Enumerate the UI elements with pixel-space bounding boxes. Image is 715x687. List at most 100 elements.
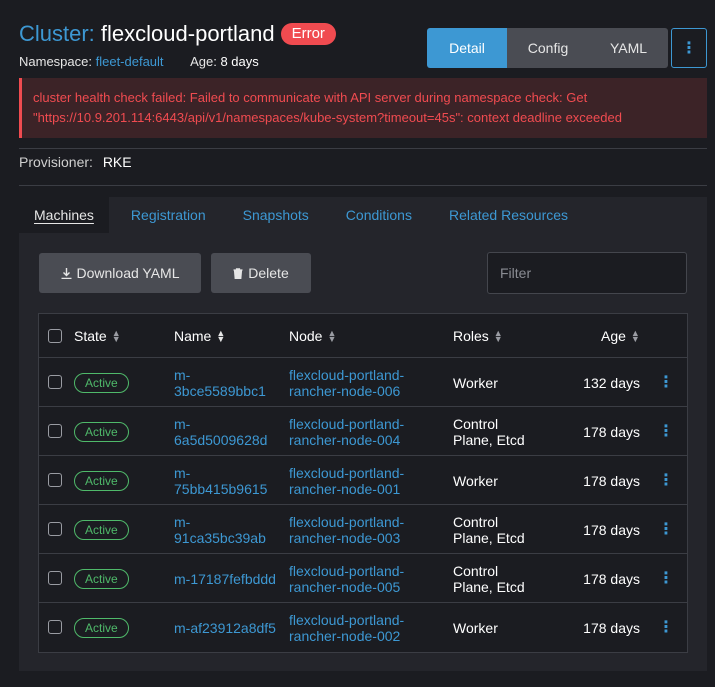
row-actions-kebab-icon[interactable]: ⋮ (658, 358, 674, 407)
state-badge: Active (74, 568, 129, 589)
age-text: 178 days (583, 619, 640, 636)
age-label: Age: (190, 54, 217, 69)
row-actions-kebab-icon[interactable]: ⋮ (658, 554, 674, 603)
cluster-meta: Namespace: fleet-default Age: 8 days (19, 54, 259, 69)
error-message-line-2: "https://10.9.201.114:6443/api/v1/namesp… (33, 110, 622, 125)
roles-text: Control Plane, Etcd (453, 513, 525, 546)
age-text: 178 days (583, 472, 640, 489)
status-badge: Error (280, 23, 336, 45)
error-message-line-1: cluster health check failed: Failed to c… (33, 90, 588, 105)
sort-icon: ▲ ▼ (630, 328, 640, 344)
row-checkbox[interactable] (48, 522, 62, 536)
machine-name-link[interactable]: m- 75bb415b9615 (174, 465, 267, 497)
machine-name-link[interactable]: m- 3bce5589bbc1 (174, 367, 266, 399)
node-link[interactable]: flexcloud-portland-rancher-node-003 (289, 514, 404, 546)
machines-table: State ▲ ▼ Name ▲ ▼ Node ▲ ▼ Roles ▲ ▼ Age ▲ ▼… (38, 313, 688, 653)
download-yaml-button[interactable]: Download YAML (39, 253, 201, 293)
age-text: 178 days (583, 570, 640, 587)
column-label: Age (601, 328, 626, 344)
column-name[interactable]: Name ▲ ▼ (174, 314, 225, 358)
error-banner: cluster health check failed: Failed to c… (19, 78, 707, 138)
table-header: State ▲ ▼ Name ▲ ▼ Node ▲ ▼ Roles ▲ ▼ Age ▲ ▼ (39, 314, 687, 358)
sort-icon: ▲ ▼ (216, 328, 226, 344)
column-state[interactable]: State ▲ ▼ (74, 314, 121, 358)
row-checkbox[interactable] (48, 620, 62, 634)
view-toggle: Detail Config YAML (427, 28, 668, 68)
delete-label: Delete (248, 265, 289, 281)
view-yaml-button[interactable]: YAML (589, 28, 668, 68)
state-badge: Active (74, 372, 129, 393)
node-link[interactable]: flexcloud-portland-rancher-node-001 (289, 465, 404, 497)
divider (19, 185, 707, 186)
table-row: Active m- 91ca35bc39ab flexcloud-portland… (39, 505, 687, 554)
tab-machines[interactable]: Machines (19, 197, 109, 233)
table-row: Active m-af23912a8df5 flexcloud-portland… (39, 603, 687, 652)
view-config-button[interactable]: Config (507, 28, 589, 68)
node-link[interactable]: flexcloud-portland-rancher-node-004 (289, 416, 404, 448)
column-node[interactable]: Node ▲ ▼ (289, 314, 336, 358)
row-checkbox[interactable] (48, 375, 62, 389)
tab-conditions[interactable]: Conditions (331, 197, 427, 233)
tab-bar: Machines Registration Snapshots Conditio… (19, 197, 707, 233)
row-checkbox[interactable] (48, 571, 62, 585)
state-badge: Active (74, 470, 129, 491)
table-row: Active m- 75bb415b9615 flexcloud-portland… (39, 456, 687, 505)
namespace-link[interactable]: fleet-default (96, 54, 164, 69)
roles-text: Worker (453, 374, 498, 391)
roles-text: Control Plane, Etcd (453, 415, 525, 448)
age-text: 178 days (583, 423, 640, 440)
table-row: Active m- 3bce5589bbc1 flexcloud-portland… (39, 358, 687, 407)
column-roles[interactable]: Roles ▲ ▼ (453, 314, 503, 358)
tab-related-resources[interactable]: Related Resources (434, 197, 583, 233)
table-row: Active m-17187fefbddd flexcloud-portland… (39, 554, 687, 603)
actions-menu-button[interactable]: ⋮ (671, 28, 707, 68)
machine-name-link[interactable]: m-af23912a8df5 (174, 620, 276, 636)
page-header: Cluster: flexcloud-portland Error (19, 21, 336, 47)
table-body: Active m- 3bce5589bbc1 flexcloud-portland… (39, 358, 687, 652)
kebab-icon: ⋮ (681, 40, 697, 57)
namespace-label: Namespace: (19, 54, 92, 69)
state-badge: Active (74, 617, 129, 638)
row-checkbox[interactable] (48, 473, 62, 487)
sort-icon: ▲ ▼ (111, 328, 121, 344)
select-all-checkbox[interactable] (48, 329, 62, 343)
trash-icon (233, 267, 243, 279)
row-checkbox[interactable] (48, 424, 62, 438)
row-actions-kebab-icon[interactable]: ⋮ (658, 505, 674, 554)
state-badge: Active (74, 421, 129, 442)
row-actions-kebab-icon[interactable]: ⋮ (658, 603, 674, 652)
age-text: 132 days (583, 374, 640, 391)
tab-snapshots[interactable]: Snapshots (228, 197, 324, 233)
provisioner-info: Provisioner: RKE (19, 154, 132, 170)
sort-icon: ▲ ▼ (493, 328, 503, 344)
tab-registration[interactable]: Registration (116, 197, 221, 233)
provisioner-value: RKE (102, 154, 132, 170)
column-label: State (74, 328, 107, 344)
node-link[interactable]: flexcloud-portland-rancher-node-002 (289, 612, 404, 644)
delete-button[interactable]: Delete (211, 253, 311, 293)
cluster-name: flexcloud-portland (100, 21, 275, 46)
roles-text: Worker (453, 472, 498, 489)
provisioner-label: Provisioner: (19, 154, 93, 170)
filter-input[interactable] (487, 252, 687, 294)
roles-text: Control Plane, Etcd (453, 562, 525, 595)
resource-kind: Cluster: (19, 21, 95, 46)
download-icon (61, 267, 71, 279)
node-link[interactable]: flexcloud-portland-rancher-node-005 (289, 563, 404, 595)
view-detail-button[interactable]: Detail (427, 28, 507, 68)
machine-name-link[interactable]: m- 91ca35bc39ab (174, 514, 266, 546)
table-row: Active m- 6a5d5009628d flexcloud-portland… (39, 407, 687, 456)
row-actions-kebab-icon[interactable]: ⋮ (658, 456, 674, 505)
sort-icon: ▲ ▼ (327, 328, 337, 344)
column-age[interactable]: Age ▲ ▼ (601, 314, 640, 358)
state-badge: Active (74, 519, 129, 540)
machine-name-link[interactable]: m-17187fefbddd (174, 571, 276, 587)
row-actions-kebab-icon[interactable]: ⋮ (658, 407, 674, 456)
roles-text: Worker (453, 619, 498, 636)
download-yaml-label: Download YAML (76, 265, 180, 281)
machine-name-link[interactable]: m- 6a5d5009628d (174, 416, 267, 448)
age-value: 8 days (220, 54, 259, 69)
node-link[interactable]: flexcloud-portland-rancher-node-006 (289, 367, 404, 399)
column-label: Roles (453, 328, 489, 344)
divider (19, 148, 707, 149)
